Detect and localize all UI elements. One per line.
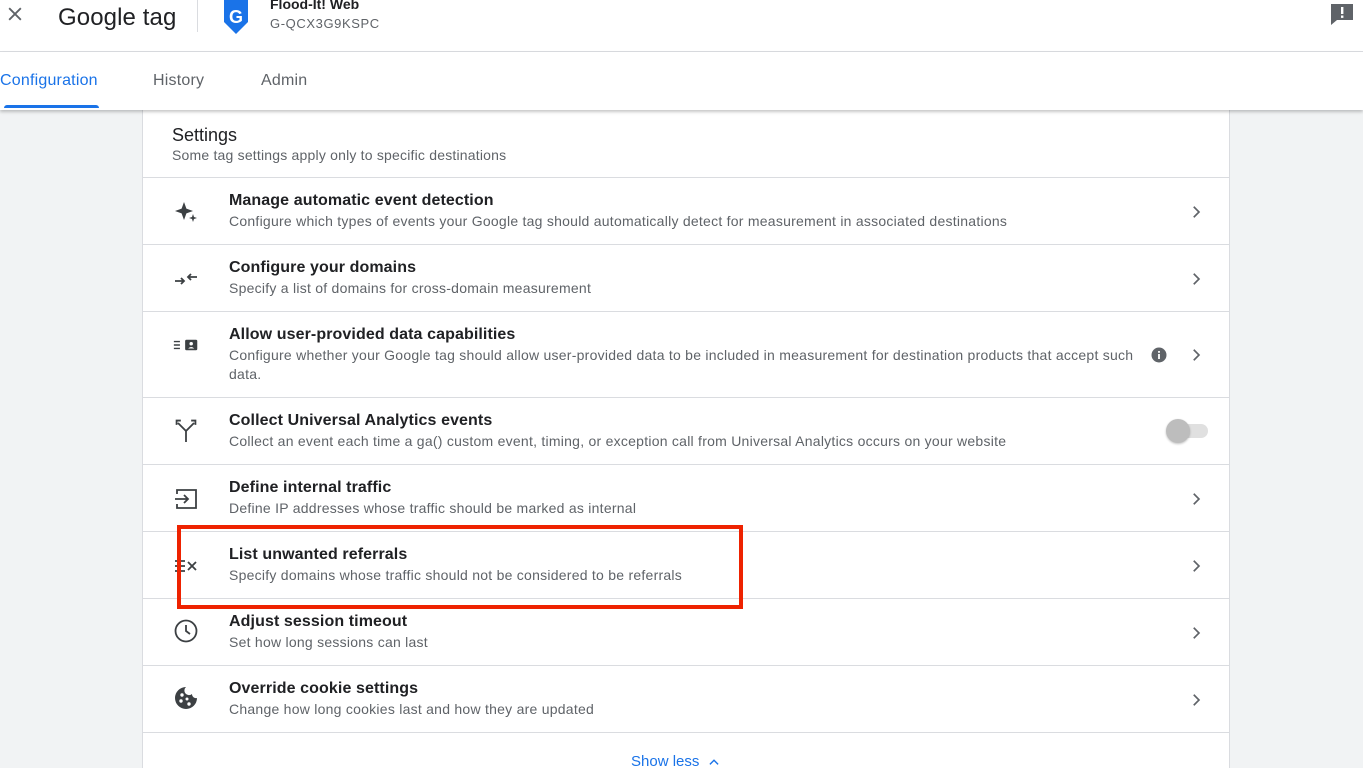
chevron-right-icon	[1193, 493, 1201, 505]
show-less-button[interactable]: Show less	[631, 753, 721, 768]
setting-title: Collect Universal Analytics events	[229, 412, 493, 429]
chevron-up-icon	[709, 758, 719, 765]
tab-history[interactable]: History	[153, 72, 204, 90]
tab-admin[interactable]: Admin	[261, 72, 307, 90]
chevron-right-icon	[1193, 694, 1201, 706]
setting-description: Specify a list of domains for cross-doma…	[229, 280, 592, 296]
setting-description: Configure which types of events your Goo…	[229, 213, 1008, 229]
setting-title: Define internal traffic	[229, 479, 392, 496]
container-name: Flood-It! Web	[270, 0, 360, 12]
feedback-icon	[1331, 4, 1353, 25]
setting-description: Change how long cookies last and how the…	[229, 701, 595, 717]
universal-analytics-toggle[interactable]	[1166, 418, 1210, 443]
merge-icon	[173, 418, 199, 444]
sparkle-icon	[173, 199, 199, 225]
clock-icon	[173, 618, 199, 644]
chevron-right-icon	[1193, 349, 1201, 361]
setting-row-session-timeout[interactable]: Adjust session timeout Set how long sess…	[143, 599, 1229, 666]
info-icon[interactable]	[1151, 347, 1167, 363]
setting-title: Configure your domains	[229, 259, 417, 276]
settings-subtitle: Some tag settings apply only to specific…	[172, 147, 507, 163]
settings-card: Settings Some tag settings apply only to…	[142, 110, 1230, 768]
chevron-right-icon	[1193, 206, 1201, 218]
settings-title: Settings	[172, 125, 238, 145]
setting-row-user-provided-data[interactable]: Allow user-provided data capabilities Co…	[143, 312, 1229, 398]
google-tag-logo-icon: G	[220, 0, 252, 34]
setting-row-internal-traffic[interactable]: Define internal traffic Define IP addres…	[143, 465, 1229, 532]
setting-row-automatic-event-detection[interactable]: Manage automatic event detection Configu…	[143, 178, 1229, 245]
setting-description: Set how long sessions can last	[229, 634, 428, 650]
setting-description: Configure whether your Google tag should…	[229, 347, 1134, 382]
toggle-knob	[1166, 419, 1190, 443]
setting-description: Collect an event each time a ga() custom…	[229, 433, 1007, 449]
list-x-icon	[173, 553, 199, 579]
setting-title: Adjust session timeout	[229, 613, 408, 630]
input-icon	[173, 486, 199, 512]
header-divider	[197, 0, 198, 32]
tab-bar: Configuration History Admin	[0, 52, 1363, 110]
setting-row-cookie-settings[interactable]: Override cookie settings Change how long…	[143, 666, 1229, 733]
close-button[interactable]	[4, 2, 26, 26]
container-id: G-QCX3G9KSPC	[270, 16, 380, 31]
setting-title: Allow user-provided data capabilities	[229, 326, 516, 343]
settings-header: Settings Some tag settings apply only to…	[143, 110, 1229, 178]
chevron-right-icon	[1193, 273, 1201, 285]
user-data-icon	[173, 332, 199, 358]
app-title: Google tag	[58, 4, 177, 31]
close-icon	[8, 7, 22, 21]
top-bar: Google tag G Flood-It! Web G-QCX3G9KSPC	[0, 0, 1363, 52]
svg-text:G: G	[229, 7, 243, 27]
show-less-label: Show less	[631, 753, 700, 768]
setting-description: Specify domains whose traffic should not…	[229, 567, 683, 583]
active-tab-indicator	[4, 105, 99, 108]
cookie-icon	[173, 685, 199, 711]
feedback-button[interactable]	[1329, 2, 1355, 26]
setting-description: Define IP addresses whose traffic should…	[229, 500, 637, 516]
setting-title: Manage automatic event detection	[229, 192, 494, 209]
arrows-inward-icon	[173, 266, 199, 292]
setting-title: List unwanted referrals	[229, 546, 408, 563]
setting-row-universal-analytics: Collect Universal Analytics events Colle…	[143, 398, 1229, 465]
setting-title: Override cookie settings	[229, 680, 419, 697]
setting-row-configure-domains[interactable]: Configure your domains Specify a list of…	[143, 245, 1229, 312]
tab-configuration[interactable]: Configuration	[0, 72, 98, 90]
setting-row-unwanted-referrals[interactable]: List unwanted referrals Specify domains …	[143, 532, 1229, 599]
chevron-right-icon	[1193, 627, 1201, 639]
chevron-right-icon	[1193, 560, 1201, 572]
